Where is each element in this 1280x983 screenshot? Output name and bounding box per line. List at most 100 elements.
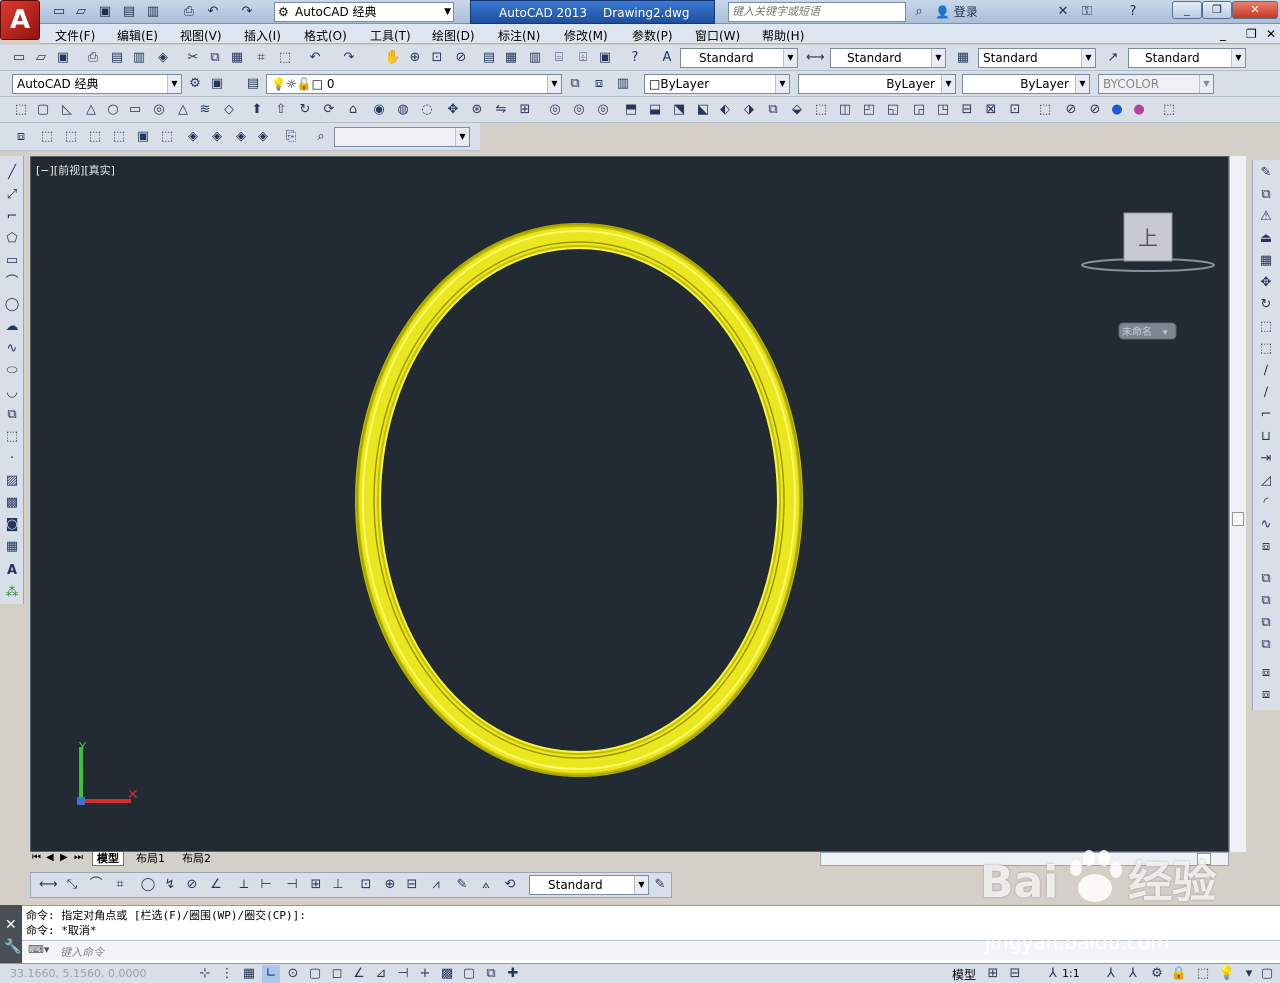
open-file-icon[interactable]: ▱ <box>72 3 90 21</box>
box-icon[interactable]: ▢ <box>34 101 52 119</box>
redo-icon[interactable]: ↷ <box>340 49 358 67</box>
save-as-icon[interactable]: ▤ <box>120 3 138 21</box>
extend-icon[interactable]: ∕ <box>1257 384 1275 402</box>
materials-icon[interactable]: ● <box>1130 101 1148 119</box>
vertical-scrollbar[interactable] <box>1229 156 1246 852</box>
dim-style-manager-icon[interactable]: ✎ <box>651 876 669 894</box>
layer-previous-icon[interactable]: ⧈ <box>590 75 608 93</box>
tab-layout1[interactable]: 布局1 <box>132 852 169 866</box>
toolbar-lock-icon[interactable]: 🔒 <box>1170 965 1188 983</box>
blend-curves-icon[interactable]: ∿ <box>1257 516 1275 534</box>
minimize-button[interactable]: _ <box>1172 1 1202 19</box>
line-icon[interactable]: ╱ <box>3 164 21 182</box>
redo-icon[interactable]: ↷ <box>238 3 256 21</box>
3d-move-icon[interactable]: ✥ <box>444 101 462 119</box>
polygon-icon[interactable]: ⬠ <box>3 230 21 248</box>
model-space-toggle[interactable]: 模型 <box>952 966 976 983</box>
radius-dim-icon[interactable]: ◯ <box>139 876 157 894</box>
snap-mode-icon[interactable]: ⋮ <box>218 965 236 983</box>
ortho-icon[interactable]: ∟ <box>262 965 280 983</box>
named-views-icon[interactable]: ⧈ <box>12 128 30 146</box>
annotation-scale-value[interactable]: 1:1 <box>1062 967 1080 980</box>
color-dropdown[interactable]: □ByLayer ▼ <box>644 74 790 94</box>
realistic-icon[interactable]: ● <box>1108 101 1126 119</box>
mleader-style-dropdown[interactable]: Standard ▼ <box>1128 48 1246 68</box>
last-tab-icon[interactable]: ⏭ <box>74 852 83 863</box>
delete-faces-icon[interactable]: ⬕ <box>694 101 712 119</box>
undo-icon[interactable]: ↶ <box>204 3 222 21</box>
polar-icon[interactable]: ⊙ <box>284 965 302 983</box>
wrench-icon[interactable]: 🔧 <box>4 939 21 955</box>
viewcube[interactable]: 上 <box>1081 212 1215 272</box>
aligned-dim-icon[interactable]: ⤡ <box>63 876 81 894</box>
cone-icon[interactable]: △ <box>82 101 100 119</box>
clean-screen-icon[interactable]: ▢ <box>1258 965 1276 983</box>
space-icon[interactable]: ⊞ <box>307 876 325 894</box>
doc-close-icon[interactable]: ✕ <box>1266 27 1276 41</box>
dim-update-icon[interactable]: ⟲ <box>501 876 519 894</box>
linear-dim-icon[interactable]: ⟷ <box>39 876 58 894</box>
layer-manager-icon[interactable]: ▤ <box>244 75 262 93</box>
check-icon[interactable]: ⊟ <box>958 101 976 119</box>
slice-icon[interactable]: ⊠ <box>982 101 1000 119</box>
workspace-save-icon[interactable]: ▣ <box>208 75 226 93</box>
circle-icon[interactable]: ◯ <box>3 296 21 314</box>
menu-insert[interactable]: 插入(I) <box>244 27 281 44</box>
wedge-icon[interactable]: ◺ <box>58 101 76 119</box>
text-front-icon[interactable]: ⧈ <box>1257 664 1275 682</box>
help-icon[interactable]: ? <box>1124 3 1142 21</box>
help-icon[interactable]: ? <box>626 49 644 67</box>
explode-icon[interactable]: ⧈ <box>1257 538 1275 556</box>
array-icon[interactable]: ▦ <box>1257 252 1275 270</box>
ucs-menu-button[interactable]: 未命名 ▾ <box>1118 322 1177 340</box>
offset-icon[interactable]: ⏏ <box>1257 230 1275 248</box>
move-icon[interactable]: ✥ <box>1257 274 1275 292</box>
menu-draw[interactable]: 绘图(D) <box>432 27 475 44</box>
stretch-icon[interactable]: ⬚ <box>1257 340 1275 358</box>
union-icon[interactable]: ◉ <box>370 101 388 119</box>
region-icon[interactable]: ◙ <box>3 516 21 534</box>
view-dropdown[interactable]: ▼ <box>334 127 470 147</box>
fillet-icon[interactable]: ◜ <box>1257 494 1275 512</box>
linetype-dropdown[interactable]: ByLayer ▼ <box>798 74 956 94</box>
back-view-icon[interactable]: ⬚ <box>158 128 176 146</box>
workspace-dropdown[interactable]: ⚙ AutoCAD 经典 ▼ <box>274 2 454 22</box>
right-view-icon[interactable]: ⬚ <box>110 128 128 146</box>
jogged-dim-icon[interactable]: ↯ <box>161 876 179 894</box>
transparency-icon[interactable]: ▩ <box>438 965 456 983</box>
dim-style-dropdown-2[interactable]: Standard ▼ <box>529 875 649 895</box>
workspace-switch-icon[interactable]: ⚙ <box>1148 965 1166 983</box>
3d-osnap-icon[interactable]: ◻ <box>328 965 346 983</box>
preview-icon[interactable]: ▤ <box>108 49 126 67</box>
login-link[interactable]: 👤 登录 <box>935 3 978 20</box>
camera-icon[interactable]: ⎘ <box>282 128 300 146</box>
lineweight-icon[interactable]: + <box>416 965 434 983</box>
ellipse-arc-icon[interactable]: ◡ <box>3 384 21 402</box>
3d-align-icon[interactable]: ⇋ <box>492 101 510 119</box>
draw-order-front-icon[interactable]: ⧉ <box>1257 570 1275 588</box>
hatch-icon[interactable]: ▨ <box>3 472 21 490</box>
table-style-icon[interactable]: ▦ <box>954 49 972 67</box>
revcloud-icon[interactable]: ☁ <box>3 318 21 336</box>
annotation-monitor-icon[interactable]: ✚ <box>504 965 522 983</box>
menu-help[interactable]: 帮助(H) <box>762 27 804 44</box>
new-file-icon[interactable]: ▭ <box>50 3 68 21</box>
vertical-scroll-thumb[interactable] <box>1232 512 1244 526</box>
baseline-icon[interactable]: ⊢ <box>257 876 275 894</box>
rotate-icon[interactable]: ↻ <box>1257 296 1275 314</box>
mleader-style-icon[interactable]: ↗ <box>1104 49 1122 67</box>
plot-preview-icon[interactable]: ▥ <box>144 3 162 21</box>
draw-order-back-icon[interactable]: ⧉ <box>1257 592 1275 610</box>
extrude-icon[interactable]: ⬆ <box>248 101 266 119</box>
otrack-icon[interactable]: ∠ <box>350 965 368 983</box>
next-tab-icon[interactable]: ▶ <box>60 852 68 863</box>
mirror-icon[interactable]: ⚠ <box>1257 208 1275 226</box>
lineweight-dropdown[interactable]: ByLayer ▼ <box>962 74 1090 94</box>
intersect-2-icon[interactable]: ◎ <box>594 101 612 119</box>
break-icon[interactable]: ⊔ <box>1257 428 1275 446</box>
dim-text-edit-icon[interactable]: ⟑ <box>477 876 495 894</box>
arc-length-icon[interactable]: ⌒ <box>87 876 105 894</box>
chamfer-icon[interactable]: ◿ <box>1257 472 1275 490</box>
pan-icon[interactable]: ✋ <box>384 49 402 67</box>
front-view-icon[interactable]: ▣ <box>134 128 152 146</box>
